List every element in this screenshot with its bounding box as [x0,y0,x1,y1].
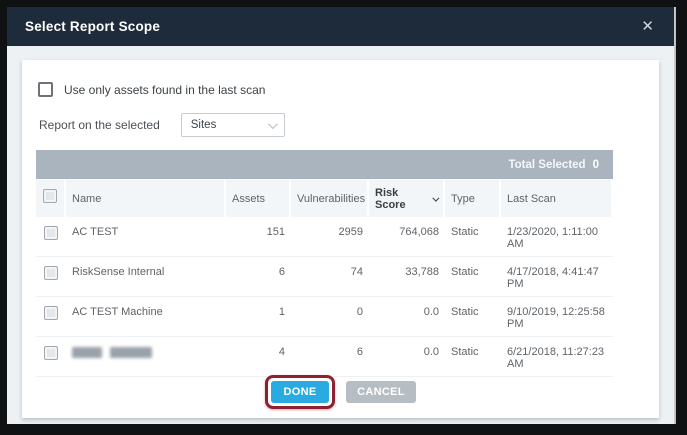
cell-last_scan: 1/23/2020, 1:11:00 AM [507,226,598,250]
table-row[interactable]: RiskSense Internal 6 74 33,788 Static 4/17/20… [36,257,613,297]
close-icon[interactable]: ✕ [641,19,654,34]
table-header-row: Name Assets Vulnerabilities Risk Score Type L… [36,180,613,217]
cell-vulnerabilities: 74 [350,266,363,278]
column-header-assets[interactable]: Assets [226,180,291,217]
cell-name: AC TEST [72,226,119,238]
table-body: AC TEST 151 2959 764,068 Static 1/23/2020, 1:… [36,217,613,377]
cell-risk_score: 0.0 [423,306,439,318]
cell-name [66,337,226,376]
redacted-name-block [110,346,152,358]
table-row[interactable]: AC TEST 151 2959 764,068 Static 1/23/2020, 1:… [36,217,613,257]
column-header-type[interactable]: Type [445,180,501,217]
table-row[interactable]: 4 6 0.0 Static 6/21/2018, 11:27:23 AM [36,337,613,377]
last-scan-checkbox-label: Use only assets found in the last scan [64,82,266,97]
column-header-name[interactable]: Name [66,180,226,217]
column-header-last_scan[interactable]: Last Scan [501,180,613,217]
column-header-risk_score[interactable]: Risk Score [369,180,445,217]
cell-assets: 1 [278,306,285,318]
cell-vulnerabilities: 6 [356,346,363,358]
cell-last_scan: 9/10/2019, 12:25:58 PM [507,306,605,330]
sites-table: Total Selected 0 Name Assets Vulnerabiliti… [36,150,613,377]
select-all-checkbox[interactable] [43,188,57,203]
cell-last_scan: 6/21/2018, 11:27:23 AM [507,346,605,370]
cell-risk_score: 0.0 [423,346,439,358]
last-scan-filter-row: Use only assets found in the last scan [38,82,265,97]
sort-chevron-down-icon [432,194,440,201]
table-row[interactable]: AC TEST Machine 1 0 0.0 Static 9/10/2019, 12:… [36,297,613,337]
modal-header: Select Report Scope ✕ [7,7,674,46]
cell-risk_score: 764,068 [399,226,439,238]
cell-vulnerabilities: 0 [356,306,363,318]
column-header-vulnerabilities[interactable]: Vulnerabilities [291,180,369,217]
cell-risk_score: 33,788 [405,266,439,278]
cell-assets: 151 [266,226,285,238]
cancel-button[interactable]: CANCEL [346,381,416,403]
cell-name: AC TEST Machine [72,306,163,318]
report-scope-row: Report on the selected Sites [39,113,285,137]
scope-dropdown[interactable]: Sites [180,113,285,137]
annotation-highlight-circle: DONE [265,375,335,409]
cell-assets: 6 [278,266,285,278]
row-checkbox[interactable] [44,226,58,240]
total-selected-bar: Total Selected 0 [36,150,613,179]
row-checkbox-cell [36,337,66,376]
cell-vulnerabilities: 2959 [338,226,363,238]
scope-dropdown-value: Sites [190,119,217,131]
select-report-scope-modal: Select Report Scope ✕ Use only assets fo… [7,7,674,424]
row-checkbox[interactable] [44,306,58,320]
done-button[interactable]: DONE [271,381,329,403]
cell-last_scan: 4/17/2018, 4:41:47 PM [507,266,599,290]
modal-body-panel: Use only assets found in the last scan R… [22,60,659,418]
cell-type: Static [451,226,479,238]
row-checkbox-cell [36,217,66,256]
row-checkbox-cell [36,297,66,336]
row-checkbox-cell [36,257,66,296]
redacted-name-block [72,346,102,358]
last-scan-checkbox[interactable] [38,82,53,97]
chevron-down-icon [267,118,278,129]
screenshot-frame: Select Report Scope ✕ Use only assets fo… [0,0,687,435]
modal-footer: DONE CANCEL [22,375,659,409]
total-selected-count: 0 [592,158,599,171]
cell-type: Static [451,306,479,318]
report-on-label: Report on the selected [39,118,160,132]
cell-assets: 4 [278,346,285,358]
cell-name: RiskSense Internal [72,266,165,278]
row-checkbox[interactable] [44,266,58,280]
cell-type: Static [451,266,479,278]
modal-title: Select Report Scope [25,19,161,34]
row-checkbox[interactable] [44,346,58,360]
total-selected-label: Total Selected [508,158,586,171]
select-all-cell [36,180,66,217]
cell-type: Static [451,346,479,358]
